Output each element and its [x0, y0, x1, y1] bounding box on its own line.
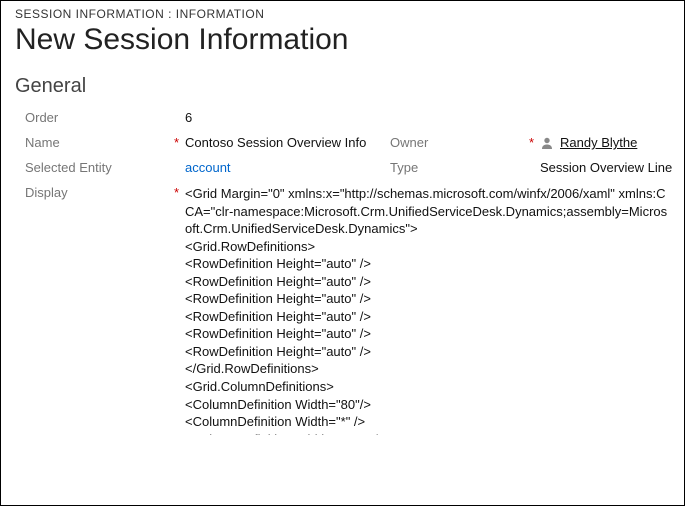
display-value[interactable]: <Grid Margin="0" xmlns:x="http://schemas… — [185, 185, 670, 435]
form-grid: Order 6 Name Contoso Session Overview In… — [15, 110, 670, 175]
selected-entity-value[interactable]: account — [185, 160, 390, 175]
selected-entity-label: Selected Entity — [25, 160, 185, 175]
breadcrumb: SESSION INFORMATION : INFORMATION — [15, 7, 670, 21]
owner-name[interactable]: Randy Blythe — [560, 135, 637, 150]
type-value[interactable]: Session Overview Line — [540, 160, 685, 175]
display-label: Display — [25, 185, 185, 435]
page-title: New Session Information — [15, 23, 670, 57]
section-general: General — [15, 75, 670, 98]
type-label: Type — [390, 160, 540, 175]
order-label: Order — [25, 110, 185, 125]
name-label: Name — [25, 135, 185, 150]
owner-value[interactable]: Randy Blythe — [540, 135, 685, 150]
owner-label: Owner — [390, 135, 540, 150]
user-icon — [540, 136, 554, 150]
order-value[interactable]: 6 — [185, 110, 390, 125]
name-value[interactable]: Contoso Session Overview Info — [185, 135, 390, 150]
